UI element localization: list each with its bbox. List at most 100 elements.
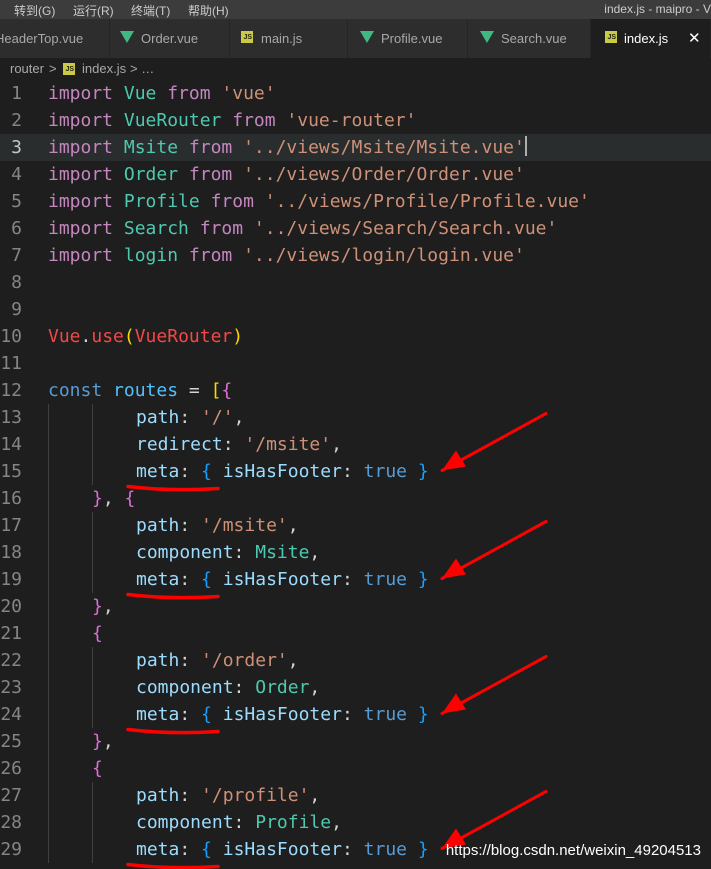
code-editor[interactable]: 1 import Vue from 'vue' 2 import VueRouter … <box>0 80 711 869</box>
breadcrumb-folder[interactable]: router <box>10 61 44 76</box>
menu-run[interactable]: 运行(R) <box>73 2 114 19</box>
indent-guide <box>48 674 49 701</box>
code-text: import Msite from '../views/Msite/Msite.… <box>48 134 527 161</box>
code-line[interactable]: 15 meta: { isHasFooter: true } <box>0 458 711 485</box>
code-line[interactable]: 23 component: Order, <box>0 674 711 701</box>
code-token: '/' <box>201 407 234 428</box>
code-line[interactable]: 14 redirect: '/msite', <box>0 431 711 458</box>
code-token: } <box>92 488 103 509</box>
code-token: : <box>179 407 202 428</box>
menu-terminal[interactable]: 终端(T) <box>131 2 170 19</box>
line-number: 8 <box>11 272 22 293</box>
code-token: isHasFooter <box>222 461 342 482</box>
code-token: { <box>201 704 223 725</box>
code-token: path <box>136 650 180 671</box>
code-line[interactable]: 21 { <box>0 620 711 647</box>
code-token: VueRouter <box>123 110 233 131</box>
indent-guide <box>48 647 49 674</box>
breadcrumb-file[interactable]: index.js <box>82 61 126 76</box>
code-line[interactable]: 27 path: '/profile', <box>0 782 711 809</box>
vue-icon <box>120 31 134 43</box>
code-text: import Profile from '../views/Profile/Pr… <box>48 188 590 215</box>
code-token: VueRouter <box>134 326 233 347</box>
code-line[interactable]: 3 import Msite from '../views/Msite/Msite… <box>0 134 711 161</box>
code-line[interactable]: 22 path: '/order', <box>0 647 711 674</box>
vue-icon <box>480 31 494 43</box>
code-token: . <box>80 326 92 347</box>
code-line[interactable]: 1 import Vue from 'vue' <box>0 80 711 107</box>
code-line[interactable]: 2 import VueRouter from 'vue-router' <box>0 107 711 134</box>
indent-guide <box>48 836 49 863</box>
code-token: '../views/Profile/Profile.vue' <box>264 191 590 212</box>
code-line[interactable]: 8 <box>0 269 711 296</box>
indent-guide <box>92 566 93 593</box>
code-token: Profile <box>255 812 332 833</box>
code-token: isHasFooter <box>222 704 342 725</box>
indent-guide <box>92 431 93 458</box>
code-token: from <box>188 245 244 266</box>
line-number: 13 <box>0 407 22 428</box>
menu-goto[interactable]: 转到(G) <box>14 2 55 19</box>
code-token: { <box>201 839 223 860</box>
code-line[interactable]: 4 import Order from '../views/Order/Order… <box>0 161 711 188</box>
code-token: = <box>188 380 211 401</box>
code-line[interactable]: 7 import login from '../views/login/login… <box>0 242 711 269</box>
line-number: 19 <box>0 569 22 590</box>
indent-guide <box>48 620 49 647</box>
code-line[interactable]: 13 path: '/', <box>0 404 711 431</box>
breadcrumb: router > JS index.js > … <box>0 58 711 80</box>
tab-main-js[interactable]: JS main.js <box>230 19 348 58</box>
watermark-text: https://blog.csdn.net/weixin_49204513 <box>445 842 701 859</box>
code-line[interactable]: 25}, <box>0 728 711 755</box>
code-line[interactable]: 12 const routes = [{ <box>0 377 711 404</box>
code-token: import <box>48 191 124 212</box>
tab-index-js[interactable]: JS index.js ✕ <box>591 19 711 58</box>
code-token: } <box>417 839 429 860</box>
indent-guide <box>92 809 93 836</box>
js-icon: JS <box>63 63 75 75</box>
code-line[interactable]: 5 import Profile from '../views/Profile/P… <box>0 188 711 215</box>
code-line[interactable]: 24 meta: { isHasFooter: true } <box>0 701 711 728</box>
code-token: , <box>102 488 125 509</box>
menu-help[interactable]: 帮助(H) <box>188 2 229 19</box>
code-token: '/order' <box>201 650 288 671</box>
close-icon[interactable]: ✕ <box>688 29 701 47</box>
code-line[interactable]: 11 <box>0 350 711 377</box>
code-line[interactable]: 16}, { <box>0 485 711 512</box>
text-cursor <box>524 136 527 156</box>
code-line[interactable]: 6 import Search from '../views/Search/Sea… <box>0 215 711 242</box>
code-line[interactable]: 10 Vue.use(VueRouter) <box>0 323 711 350</box>
tab-profile-vue[interactable]: Profile.vue <box>348 19 468 58</box>
code-line[interactable]: 28 component: Profile, <box>0 809 711 836</box>
code-line[interactable]: 19 meta: { isHasFooter: true } <box>0 566 711 593</box>
code-token: , <box>309 785 321 806</box>
tab-label: Search.vue <box>501 31 567 46</box>
code-token: } <box>417 704 429 725</box>
code-line[interactable]: 9 <box>0 296 711 323</box>
code-text: component: Order, <box>136 674 320 701</box>
window-title: index.js - maipro - V <box>604 2 711 16</box>
tab-headertop-vue[interactable]: HeaderTop.vue <box>0 19 110 58</box>
line-number: 9 <box>11 299 22 320</box>
code-token: from <box>232 110 287 131</box>
code-text: meta: { isHasFooter: true } <box>136 836 429 863</box>
code-text: import Vue from 'vue' <box>48 80 276 107</box>
code-line[interactable]: 20}, <box>0 593 711 620</box>
tab-order-vue[interactable]: Order.vue <box>110 19 230 58</box>
code-token: { <box>221 380 233 401</box>
code-line[interactable]: 18 component: Msite, <box>0 539 711 566</box>
code-text: meta: { isHasFooter: true } <box>136 566 429 593</box>
code-line[interactable]: 26 { <box>0 755 711 782</box>
code-token: component <box>136 677 234 698</box>
code-token: '/msite' <box>201 515 288 536</box>
code-line[interactable]: 17 path: '/msite', <box>0 512 711 539</box>
tab-search-vue[interactable]: Search.vue <box>468 19 591 58</box>
js-icon: JS <box>241 31 253 43</box>
line-number: 5 <box>11 191 22 212</box>
code-token: import <box>48 218 124 239</box>
indent-guide <box>48 701 49 728</box>
code-text: path: '/order', <box>136 647 299 674</box>
code-token: { <box>92 758 103 779</box>
code-token: meta <box>136 461 180 482</box>
code-token: , <box>102 596 114 617</box>
